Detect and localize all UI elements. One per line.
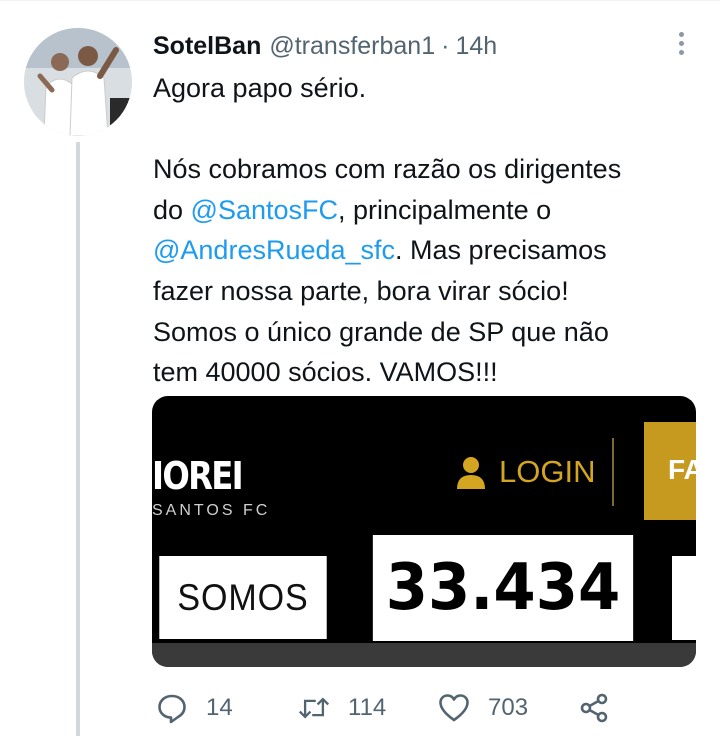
tweet-text-line: Nós cobramos com razão os dirigentes bbox=[153, 149, 698, 190]
separator-dot: · bbox=[441, 31, 450, 60]
tweet-text-segment: fazer nossa parte, bora virar sócio! bbox=[153, 275, 569, 306]
tweet-text-line: do @SantosFC, principalmente o bbox=[153, 190, 698, 231]
tweet-text-segment: Nós cobramos com razão os dirigentes bbox=[153, 154, 622, 185]
login-label: LOGIN bbox=[499, 454, 596, 489]
share-icon bbox=[580, 693, 608, 723]
tweet-text-line bbox=[153, 109, 698, 150]
mention-link[interactable]: @SantosFC bbox=[191, 195, 338, 225]
tweet-time[interactable]: 14h bbox=[455, 32, 497, 61]
tweet-text: Agora papo sério. Nós cobramos com razão … bbox=[153, 68, 698, 393]
display-name[interactable]: SotelBan bbox=[153, 32, 261, 61]
tweet-text-segment: Somos o único grande de SP que não bbox=[153, 316, 609, 347]
top-divider bbox=[0, 0, 720, 1]
tweet-text-line: Somos o único grande de SP que não bbox=[153, 312, 698, 353]
heart-icon bbox=[439, 694, 469, 722]
tweet-media-image[interactable]: IOREI SANTOS FC LOGIN FA SOMOS 33.434 bbox=[152, 396, 696, 667]
avatar-photo bbox=[24, 28, 132, 136]
tweet-text-segment: , principalmente o bbox=[338, 194, 552, 225]
tweet-text-line: Agora papo sério. bbox=[153, 68, 698, 109]
mention-link[interactable]: @AndresRueda_sfc bbox=[153, 235, 395, 265]
tweet-header: SotelBan @transferban1 · 14h bbox=[153, 28, 497, 64]
share-button[interactable] bbox=[578, 686, 610, 730]
retweet-icon bbox=[298, 697, 330, 719]
tweet-text-line: @AndresRueda_sfc. Mas precisamos bbox=[153, 230, 698, 271]
avatar[interactable] bbox=[24, 28, 132, 136]
reply-count: 14 bbox=[206, 694, 233, 721]
user-handle[interactable]: @transferban1 bbox=[269, 32, 435, 61]
retweet-count: 114 bbox=[348, 694, 387, 721]
member-counter: 33.434 bbox=[372, 535, 634, 641]
like-count: 703 bbox=[488, 694, 529, 721]
counter-side-panel bbox=[672, 556, 696, 640]
reply-button[interactable]: 14 bbox=[156, 686, 233, 730]
site-title: IOREI bbox=[152, 454, 244, 498]
media-bottom-bar bbox=[152, 643, 696, 667]
somos-label: SOMOS bbox=[159, 556, 327, 639]
more-options-icon[interactable] bbox=[666, 28, 696, 58]
header-separator bbox=[612, 438, 614, 506]
user-icon bbox=[457, 457, 485, 489]
thread-line bbox=[76, 142, 80, 736]
tweet-actions: 14 114 703 bbox=[152, 686, 622, 730]
login-link: LOGIN bbox=[455, 454, 595, 490]
tweet-text-line: fazer nossa parte, bora virar sócio! bbox=[153, 271, 698, 312]
tweet-text-segment: Agora papo sério. bbox=[153, 73, 367, 103]
tweet-text-segment: do bbox=[153, 194, 191, 225]
tweet-text-line: tem 40000 sócios. VAMOS!!! bbox=[153, 352, 698, 393]
reply-icon bbox=[158, 694, 186, 724]
like-button[interactable]: 703 bbox=[438, 686, 528, 730]
retweet-button[interactable]: 114 bbox=[298, 686, 386, 730]
tweet-text-segment: . Mas precisamos bbox=[395, 235, 607, 266]
site-subtitle: SANTOS FC bbox=[152, 502, 271, 519]
tweet-text-segment: tem 40000 sócios. VAMOS!!! bbox=[153, 357, 498, 388]
gold-button: FA bbox=[644, 422, 696, 520]
